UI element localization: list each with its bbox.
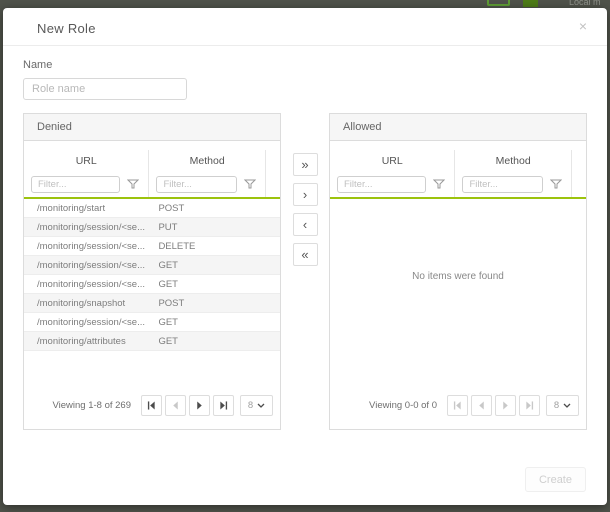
next-page-icon xyxy=(195,401,204,410)
page-size-select[interactable]: 8 xyxy=(240,395,273,416)
name-label: Name xyxy=(23,59,587,71)
role-name-input[interactable] xyxy=(23,78,187,100)
table-row[interactable]: /monitoring/session/<se...GET xyxy=(24,275,280,294)
filter-funnel-icon[interactable] xyxy=(433,179,445,189)
filter-funnel-icon[interactable] xyxy=(244,179,256,189)
last-page-button[interactable] xyxy=(519,395,540,416)
allowed-panel-title: Allowed xyxy=(330,114,586,141)
accent-divider xyxy=(330,197,586,199)
transfer-panels: Denied URL Method xyxy=(23,113,587,430)
dialog-body: Name Denied URL Method xyxy=(3,59,607,430)
prev-page-button[interactable] xyxy=(471,395,492,416)
next-page-button[interactable] xyxy=(495,395,516,416)
background-partial-text: Local m xyxy=(569,0,601,7)
last-page-button[interactable] xyxy=(213,395,234,416)
table-row[interactable]: /monitoring/session/<se...PUT xyxy=(24,218,280,237)
allowed-url-filter-input[interactable] xyxy=(337,176,426,193)
viewing-status: Viewing 0-0 of 0 xyxy=(369,400,437,411)
table-row[interactable]: /monitoring/snapshotPOST xyxy=(24,294,280,313)
move-left-button[interactable]: ‹ xyxy=(293,213,318,236)
last-page-icon xyxy=(219,401,228,410)
transfer-buttons: » › ‹ « xyxy=(281,113,329,430)
prev-page-button[interactable] xyxy=(165,395,186,416)
dialog-title: New Role xyxy=(37,21,96,36)
first-page-icon xyxy=(147,401,156,410)
next-page-button[interactable] xyxy=(189,395,210,416)
empty-message: No items were found xyxy=(330,271,586,282)
next-page-icon xyxy=(501,401,510,410)
first-page-icon xyxy=(453,401,462,410)
column-header-url: URL xyxy=(330,150,455,171)
allowed-method-filter-input[interactable] xyxy=(462,176,542,193)
column-header-url: URL xyxy=(24,150,149,171)
dimmed-background: Local m xyxy=(0,0,610,8)
last-page-icon xyxy=(525,401,534,410)
viewing-status: Viewing 1-8 of 269 xyxy=(52,400,131,411)
prev-page-icon xyxy=(171,401,180,410)
move-all-left-button[interactable]: « xyxy=(293,243,318,266)
chevron-down-icon xyxy=(563,403,571,408)
dialog-header: New Role × xyxy=(3,8,607,46)
move-all-right-button[interactable]: » xyxy=(293,153,318,176)
denied-pagination: Viewing 1-8 of 269 8 xyxy=(24,395,280,429)
allowed-table-header: URL Method xyxy=(330,150,586,171)
table-row[interactable]: /monitoring/session/<se...DELETE xyxy=(24,237,280,256)
prev-page-icon xyxy=(477,401,486,410)
table-row[interactable]: /monitoring/attributesGET xyxy=(24,332,280,351)
denied-url-filter-input[interactable] xyxy=(31,176,120,193)
filter-funnel-icon[interactable] xyxy=(127,179,139,189)
allowed-filter-row xyxy=(330,171,586,197)
filter-funnel-icon[interactable] xyxy=(550,179,562,189)
allowed-pagination: Viewing 0-0 of 0 8 xyxy=(330,395,586,429)
page-size-select[interactable]: 8 xyxy=(546,395,579,416)
first-page-button[interactable] xyxy=(447,395,468,416)
denied-table-header: URL Method xyxy=(24,150,280,171)
table-row[interactable]: /monitoring/session/<se...GET xyxy=(24,256,280,275)
denied-panel-title: Denied xyxy=(24,114,280,141)
background-outlined-button xyxy=(487,0,510,6)
table-row[interactable]: /monitoring/startPOST xyxy=(24,199,280,218)
denied-filter-row xyxy=(24,171,280,197)
create-button[interactable]: Create xyxy=(525,467,586,492)
allowed-panel: Allowed URL Method xyxy=(329,113,587,430)
chevron-down-icon xyxy=(257,403,265,408)
denied-panel: Denied URL Method xyxy=(23,113,281,430)
table-row[interactable]: /monitoring/session/<se...GET xyxy=(24,313,280,332)
new-role-dialog: New Role × Name Denied URL Method xyxy=(3,8,607,505)
background-green-badge xyxy=(523,0,538,7)
move-right-button[interactable]: › xyxy=(293,183,318,206)
first-page-button[interactable] xyxy=(141,395,162,416)
column-header-method: Method xyxy=(455,150,571,171)
denied-rows: /monitoring/startPOST /monitoring/sessio… xyxy=(24,199,280,351)
denied-method-filter-input[interactable] xyxy=(156,176,236,193)
close-icon[interactable]: × xyxy=(579,19,587,33)
column-header-method: Method xyxy=(149,150,265,171)
